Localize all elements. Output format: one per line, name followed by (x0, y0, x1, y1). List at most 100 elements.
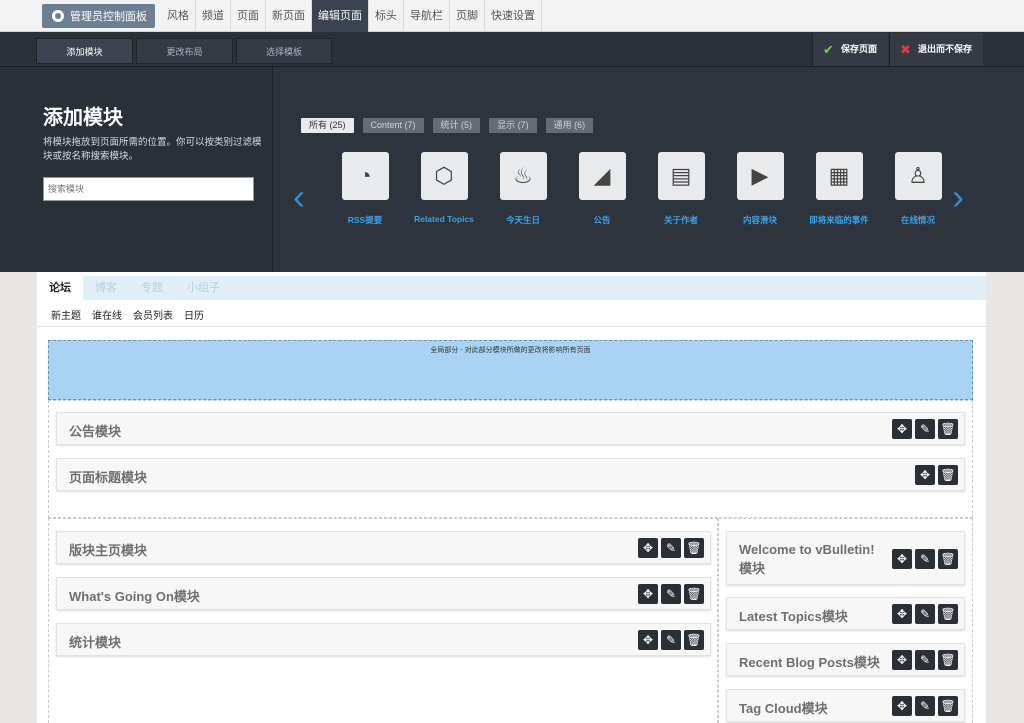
move-icon[interactable]: ✥ (892, 549, 912, 569)
module-block-whats-going-on[interactable]: What's Going On模块 ✥ ✎ 🗑 (56, 577, 711, 610)
top-nav-tabs: 风格 频道 页面 新页面 编辑页面 标头 导航栏 页脚 快速设置 (161, 0, 542, 32)
move-icon[interactable]: ✥ (892, 696, 912, 716)
exit-without-save-button[interactable]: ✖ 退出而不保存 (889, 33, 983, 66)
megaphone-icon: ◢ (578, 152, 626, 200)
trash-icon[interactable]: 🗑 (684, 538, 704, 558)
edit-icon[interactable]: ✎ (915, 604, 935, 624)
subnav-calendar[interactable]: 日历 (184, 307, 204, 322)
module-block-latest-topics[interactable]: Latest Topics模块 ✥ ✎ 🗑 (726, 597, 965, 630)
trash-icon[interactable]: 🗑 (938, 650, 958, 670)
module-announcement[interactable]: ◢ 公告 (564, 152, 640, 226)
edit-icon[interactable]: ✎ (915, 549, 935, 569)
module-label: 在线情况 (900, 215, 935, 225)
tab-edit-page[interactable]: 编辑页面 (312, 0, 369, 32)
admin-control-panel-button[interactable]: 管理员控制面板 (42, 4, 155, 28)
admin-top-bar: 管理员控制面板 风格 频道 页面 新页面 编辑页面 标头 导航栏 页脚 快速设置 (0, 0, 1024, 32)
save-page-label: 保存页面 (841, 44, 878, 54)
tab-blog[interactable]: 博客 (83, 276, 129, 300)
tab-channels[interactable]: 频道 (196, 0, 231, 32)
module-block-forum-home[interactable]: 版块主页模块 ✥ ✎ 🗑 (56, 531, 711, 564)
edit-icon[interactable]: ✎ (915, 696, 935, 716)
trash-icon[interactable]: 🗑 (938, 419, 958, 439)
module-block-recent-blog-posts[interactable]: Recent Blog Posts模块 ✥ ✎ 🗑 (726, 643, 965, 676)
module-block-title: 页面标题模块 (69, 470, 148, 485)
module-upcoming-events[interactable]: ▦ 即将来临的事件 (801, 152, 877, 226)
slideshow-icon: ▶ (736, 152, 784, 200)
module-label: 内容滑块 (742, 215, 777, 225)
trash-icon[interactable]: 🗑 (938, 549, 958, 569)
cubes-icon: ⬡ (420, 152, 468, 200)
change-layout-button[interactable]: 更改布局 (136, 38, 233, 64)
select-template-button[interactable]: 选择模板 (236, 38, 332, 64)
edit-icon[interactable]: ✎ (915, 650, 935, 670)
page-preview: 论坛 博客 专题 小组子 新主题 谁在线 会员列表 日历 全局部分 - 对此部分… (37, 272, 986, 723)
module-block-welcome[interactable]: Welcome to vBulletin! 模块 ✥ ✎ 🗑 (726, 531, 965, 585)
module-block-statistics[interactable]: 统计模块 ✥ ✎ 🗑 (56, 623, 711, 656)
move-icon[interactable]: ✥ (638, 584, 658, 604)
module-label: 今天生日 (505, 215, 540, 225)
edit-icon[interactable]: ✎ (661, 630, 681, 650)
gear-icon (52, 10, 64, 22)
move-icon[interactable]: ✥ (638, 538, 658, 558)
module-search-input[interactable] (43, 177, 254, 201)
tab-footer[interactable]: 页脚 (450, 0, 485, 32)
module-block-title: 版块主页模块 (69, 543, 148, 558)
tab-groups[interactable]: 小组子 (175, 276, 232, 300)
filter-stats[interactable]: 统计 (5) (432, 118, 481, 133)
tab-articles[interactable]: 专题 (129, 276, 175, 300)
panel-description: 将模块拖放到页面所需的位置。你可以按类别过滤模块或按名称搜索模块。 (43, 137, 262, 162)
module-related-topics[interactable]: ⬡ Related Topics (406, 152, 482, 224)
filter-content[interactable]: Content (7) (362, 118, 424, 133)
filter-general[interactable]: 通用 (6) (545, 118, 594, 133)
trash-icon[interactable]: 🗑 (938, 465, 958, 485)
subnav-who-online[interactable]: 谁在线 (92, 307, 122, 322)
save-page-button[interactable]: ✔ 保存页面 (812, 33, 888, 66)
module-block-title: Tag Cloud模块 (739, 701, 828, 716)
tab-forum[interactable]: 论坛 (37, 276, 83, 300)
tab-header[interactable]: 标头 (369, 0, 404, 32)
edit-icon[interactable]: ✎ (661, 538, 681, 558)
trash-icon[interactable]: 🗑 (938, 604, 958, 624)
module-block-tag-cloud[interactable]: Tag Cloud模块 ✥ ✎ 🗑 (726, 689, 965, 722)
module-rss[interactable]: ◔ RSS提要 (327, 152, 403, 226)
tab-new-page[interactable]: 新页面 (266, 0, 312, 32)
edit-icon[interactable]: ✎ (661, 584, 681, 604)
rss-icon: ◔ (341, 152, 389, 200)
trash-icon[interactable]: 🗑 (684, 630, 704, 650)
calendar-icon: ▦ (815, 152, 863, 200)
module-block-announcement[interactable]: 公告模块 ✥ ✎ 🗑 (56, 412, 965, 445)
module-label: Related Topics (414, 214, 474, 224)
move-icon[interactable]: ✥ (638, 630, 658, 650)
author-card-icon: ▤ (657, 152, 705, 200)
module-about-author[interactable]: ▤ 关于作者 (643, 152, 719, 226)
module-birthdays[interactable]: ♨ 今天生日 (485, 152, 561, 226)
edit-icon[interactable]: ✎ (915, 419, 935, 439)
add-module-panel: 添加模块 将模块拖放到页面所需的位置。你可以按类别过滤模块或按名称搜索模块。 所… (0, 67, 1024, 272)
tab-pages[interactable]: 页面 (231, 0, 266, 32)
module-label: RSS提要 (347, 215, 383, 225)
move-icon[interactable]: ✥ (892, 650, 912, 670)
move-icon[interactable]: ✥ (892, 604, 912, 624)
module-online-status[interactable]: ♙ 在线情况 (880, 152, 956, 226)
filter-display[interactable]: 显示 (7) (489, 118, 537, 133)
move-icon[interactable]: ✥ (915, 465, 935, 485)
subnav-member-list[interactable]: 会员列表 (133, 307, 173, 322)
trash-icon[interactable]: 🗑 (684, 584, 704, 604)
module-content-slider[interactable]: ▶ 内容滑块 (722, 152, 798, 226)
forum-subnav: 新主题 谁在线 会员列表 日历 (51, 307, 204, 322)
tab-style[interactable]: 风格 (161, 0, 196, 32)
module-block-title: 统计模块 (69, 635, 122, 650)
tab-quick-settings[interactable]: 快速设置 (485, 0, 542, 32)
filter-all[interactable]: 所有 (25) (301, 118, 354, 133)
tab-navbar[interactable]: 导航栏 (404, 0, 450, 32)
exit-without-save-label: 退出而不保存 (918, 44, 973, 54)
add-module-button[interactable]: 添加模块 (36, 38, 133, 64)
add-module-sidebar: 添加模块 将模块拖放到页面所需的位置。你可以按类别过滤模块或按名称搜索模块。 (0, 67, 273, 272)
trash-icon[interactable]: 🗑 (938, 696, 958, 716)
panel-title: 添加模块 (43, 107, 123, 129)
chevron-left-icon[interactable]: ‹ (293, 177, 305, 217)
subnav-new-topics[interactable]: 新主题 (51, 307, 81, 322)
move-icon[interactable]: ✥ (892, 419, 912, 439)
module-block-page-title[interactable]: 页面标题模块 ✥ 🗑 (56, 458, 965, 491)
checkmark-icon: ✔ (823, 42, 834, 57)
